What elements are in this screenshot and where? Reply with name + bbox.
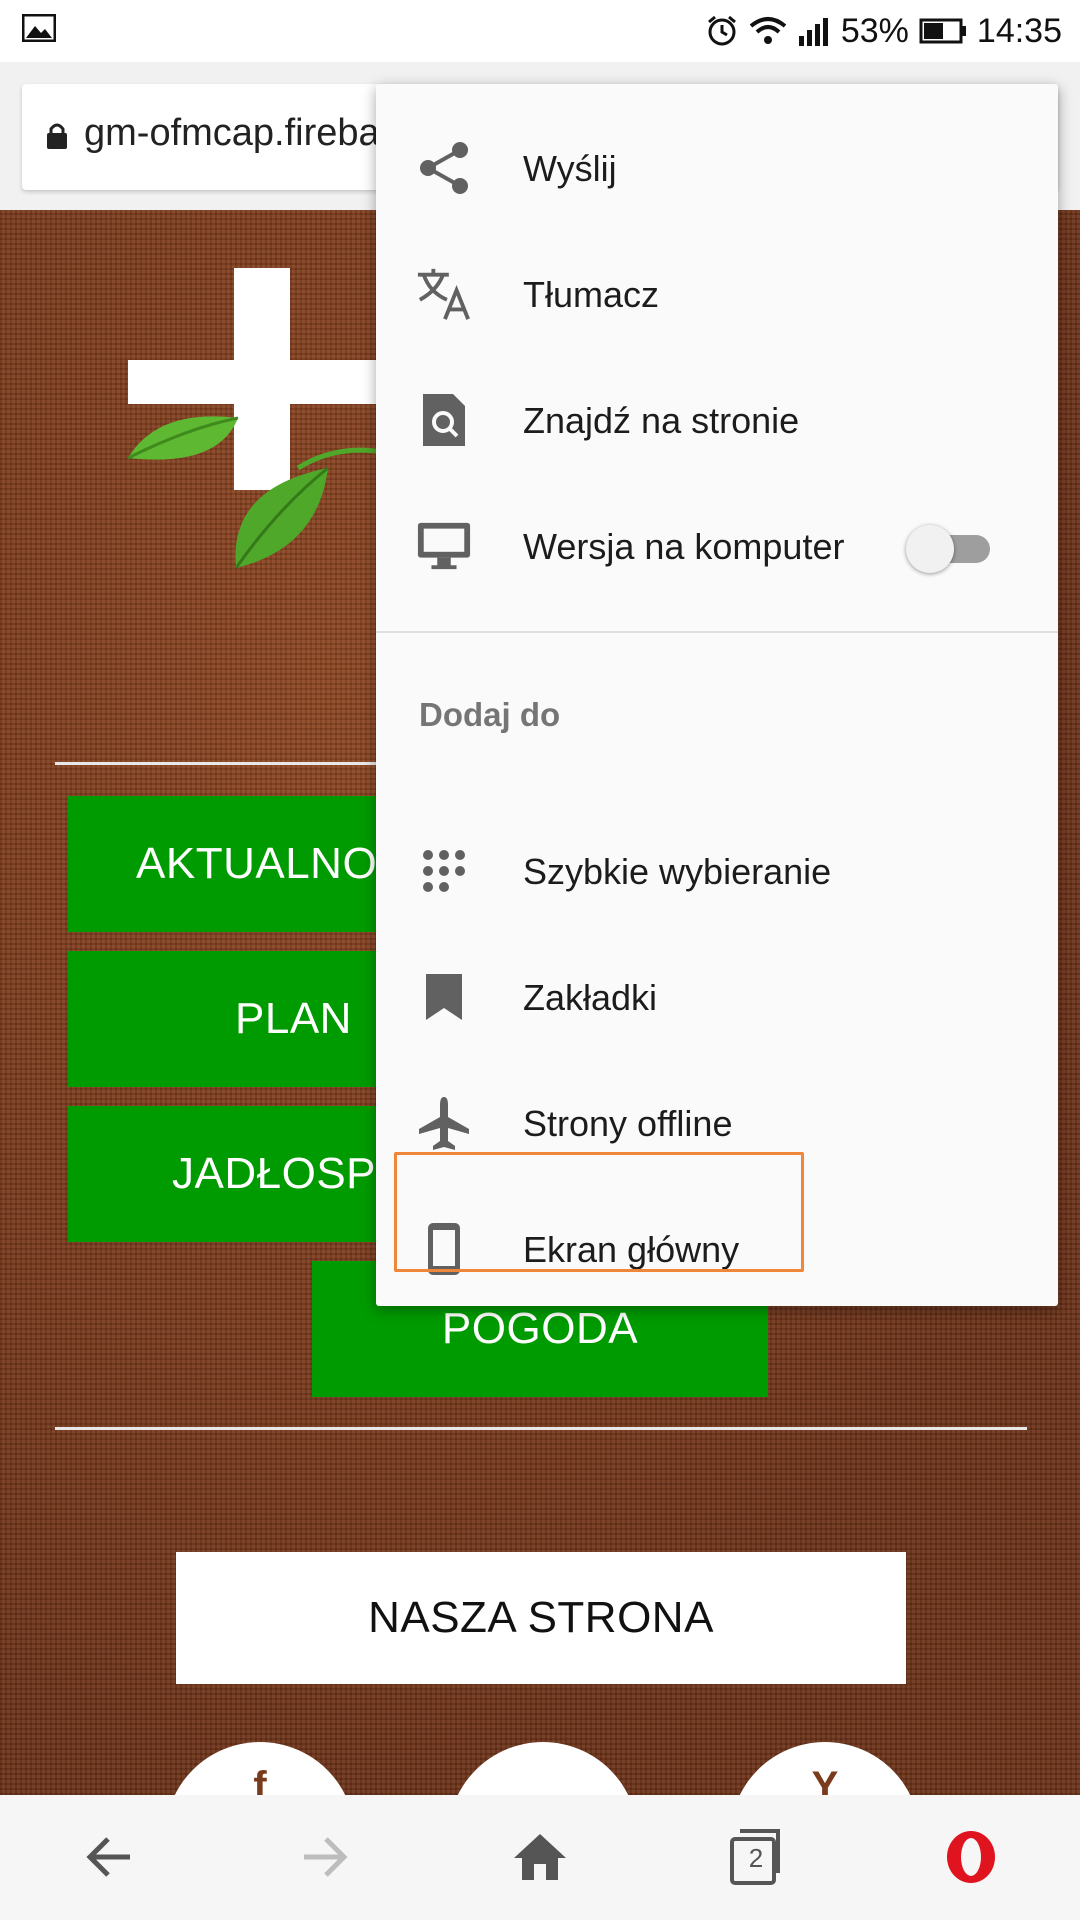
phone-icon: [416, 1221, 472, 1277]
menu-item-translate[interactable]: Tłumacz: [376, 240, 1058, 350]
forward-arrow-icon[interactable]: [290, 1825, 360, 1889]
opera-logo-icon[interactable]: [936, 1825, 1006, 1889]
speed-dial-icon: [416, 843, 472, 899]
menu-item-label: Szybkie wybieranie: [523, 851, 832, 892]
bottom-navigation: 2: [0, 1795, 1080, 1920]
menu-item-label: Strony offline: [523, 1103, 733, 1144]
clock: 14:35: [976, 11, 1062, 50]
menu-item-offline-pages[interactable]: Strony offline: [376, 1069, 1058, 1179]
menu-item-share[interactable]: Wyślij: [376, 114, 1058, 224]
facebook-icon[interactable]: f: [165, 1742, 355, 1795]
alarm-icon: [705, 14, 739, 48]
menu-item-label: Zakładki: [523, 977, 658, 1018]
button-nasza-strona[interactable]: NASZA STRONA: [176, 1552, 906, 1684]
signal-icon: [797, 16, 831, 46]
battery-icon: [919, 18, 967, 44]
home-icon[interactable]: [505, 1825, 575, 1889]
back-arrow-icon[interactable]: [74, 1825, 144, 1889]
menu-divider: [376, 631, 1058, 633]
browser-overflow-menu: Wyślij Tłumacz Znajdź na stronie Wersja …: [376, 84, 1058, 1306]
menu-item-label: Ekran główny: [523, 1229, 740, 1270]
divider-line: [55, 1427, 1027, 1430]
desktop-icon: [416, 518, 472, 574]
url-text[interactable]: gm-ofmcap.fireba: [84, 112, 380, 155]
menu-item-find-in-page[interactable]: Znajdź na stronie: [376, 366, 1058, 476]
share-icon: [416, 140, 472, 196]
site-logo: [127, 268, 389, 598]
menu-item-label: Znajdź na stronie: [523, 400, 800, 441]
youtube-icon[interactable]: Y: [730, 1742, 920, 1795]
instagram-icon[interactable]: [448, 1742, 638, 1795]
battery-percent: 53%: [840, 11, 909, 50]
tab-count: 2: [748, 1843, 764, 1873]
menu-item-label: Wyślij: [523, 148, 617, 189]
status-bar: 53% 14:35: [0, 0, 1080, 62]
menu-item-home-screen[interactable]: Ekran główny: [376, 1195, 1058, 1305]
menu-item-bookmarks[interactable]: Zakładki: [376, 943, 1058, 1053]
lock-icon: [46, 122, 68, 155]
menu-item-label: Wersja na komputer: [523, 526, 845, 567]
tabs-icon[interactable]: 2: [720, 1825, 790, 1889]
menu-item-desktop-version[interactable]: Wersja na komputer: [376, 492, 1058, 602]
find-in-page-icon: [416, 392, 472, 448]
wifi-icon: [749, 16, 787, 46]
image-icon: [21, 13, 62, 46]
menu-section-title: Dodaj do: [419, 696, 561, 733]
translate-icon: [416, 266, 472, 322]
menu-item-speed-dial[interactable]: Szybkie wybieranie: [376, 817, 1058, 927]
bookmark-icon: [416, 969, 472, 1025]
menu-item-label: Tłumacz: [523, 274, 660, 315]
airplane-icon: [416, 1095, 472, 1151]
desktop-version-toggle[interactable]: [906, 522, 994, 573]
